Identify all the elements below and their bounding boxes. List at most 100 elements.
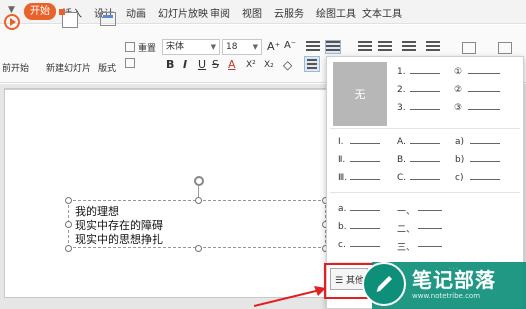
numbering-option-label[interactable]: B. <box>397 155 406 165</box>
underline-button[interactable]: U <box>198 58 206 71</box>
option-line <box>410 179 440 180</box>
numbering-option-label[interactable]: Ⅱ. <box>338 155 345 165</box>
font-family-value: 宋体 <box>166 42 185 52</box>
play-icon[interactable] <box>4 14 20 30</box>
numbering-option-label[interactable]: 2. <box>397 85 406 95</box>
numbering-option-label[interactable]: c) <box>455 173 463 183</box>
font-color-button[interactable]: A <box>228 58 236 71</box>
option-line <box>418 210 442 211</box>
font-size-select[interactable]: 18 ▼ <box>222 39 262 55</box>
numbering-option-label[interactable]: b) <box>455 155 464 165</box>
numbering-option-label[interactable]: a) <box>455 137 464 147</box>
option-line <box>410 161 440 162</box>
resize-handle[interactable] <box>65 197 72 204</box>
numbering-option-label[interactable]: 三、 <box>397 240 415 253</box>
divider <box>330 192 520 193</box>
tab-text-tools[interactable]: 文本工具 <box>362 5 402 20</box>
font-family-select[interactable]: 宋体 ▼ <box>162 39 220 55</box>
arrange-icon[interactable] <box>498 42 512 54</box>
option-line <box>350 228 380 229</box>
numbering-option-label[interactable]: A. <box>397 137 406 147</box>
watermark-title: 笔记部落 <box>412 268 496 292</box>
numbering-option-label[interactable]: ② <box>454 85 462 95</box>
italic-button[interactable]: I <box>183 58 187 71</box>
option-line <box>350 210 380 211</box>
watermark-url: www.notetribe.com <box>412 292 481 300</box>
tab-view[interactable]: 视图 <box>242 5 262 20</box>
option-line <box>350 179 380 180</box>
text-box-icon[interactable] <box>462 42 476 54</box>
numbering-option-label[interactable]: 二、 <box>397 222 415 235</box>
option-line <box>470 179 500 180</box>
resize-handle[interactable] <box>65 221 72 228</box>
option-line <box>418 246 442 247</box>
option-line <box>468 109 500 110</box>
option-line <box>410 109 440 110</box>
numbering-option-label[interactable]: a. <box>338 204 346 214</box>
bullet-list-icon[interactable] <box>306 41 320 53</box>
new-slide-icon[interactable] <box>59 9 78 28</box>
reset-icon[interactable] <box>125 42 135 52</box>
option-line <box>410 73 440 74</box>
decrease-indent-icon[interactable] <box>358 41 372 53</box>
resize-handle[interactable] <box>195 197 202 204</box>
option-line <box>350 161 380 162</box>
new-slide-button[interactable]: 新建幻灯片 <box>46 61 91 74</box>
align-left-icon[interactable] <box>304 56 320 72</box>
increase-indent-icon[interactable] <box>378 41 392 53</box>
chevron-down-icon: ▼ <box>210 43 216 51</box>
numbering-option-label[interactable]: c. <box>338 240 346 250</box>
resize-handle[interactable] <box>65 245 72 252</box>
numbering-option-label[interactable]: 1. <box>397 67 406 77</box>
clear-format-icon[interactable]: ◇ <box>283 58 292 72</box>
tab-cloud[interactable]: 云服务 <box>274 5 304 20</box>
tab-slideshow[interactable]: 幻灯片放映 <box>158 5 208 20</box>
strikethrough-button[interactable]: S <box>212 58 219 71</box>
play-from-label[interactable]: 前开始 <box>2 61 29 74</box>
section-icon[interactable] <box>125 58 135 68</box>
option-line <box>470 161 500 162</box>
rotate-handle[interactable] <box>194 176 204 186</box>
option-line <box>418 228 442 229</box>
option-line <box>468 73 500 74</box>
divider <box>330 128 520 129</box>
layout-button[interactable]: 版式 <box>98 61 116 74</box>
pen-icon <box>362 262 406 306</box>
none-label: 无 <box>354 88 366 101</box>
font-size-value: 18 <box>226 42 238 52</box>
numbering-none-option[interactable]: 无 <box>333 62 387 126</box>
red-arrow-icon <box>253 286 326 307</box>
text-line[interactable]: 现实中的思想挣扎 <box>75 231 163 247</box>
tab-animation[interactable]: 动画 <box>126 5 146 20</box>
line-spacing-icon[interactable] <box>402 41 416 53</box>
numbering-option-label[interactable]: ① <box>454 67 462 77</box>
resize-handle[interactable] <box>195 245 202 252</box>
option-line <box>468 91 500 92</box>
option-line <box>410 143 440 144</box>
tab-review[interactable]: 审阅 <box>210 5 230 20</box>
option-line <box>350 246 380 247</box>
option-line <box>470 143 500 144</box>
numbering-option-label[interactable]: 3. <box>397 103 406 113</box>
option-line <box>350 143 380 144</box>
chevron-down-icon: ▼ <box>252 43 258 51</box>
bold-button[interactable]: B <box>166 58 174 71</box>
superscript-button[interactable]: X² <box>246 60 256 70</box>
subscript-button[interactable]: X₂ <box>264 60 274 70</box>
shrink-font-icon[interactable]: A⁻ <box>284 40 296 51</box>
numbering-option-label[interactable]: ③ <box>454 103 462 113</box>
numbering-option-label[interactable]: Ⅲ. <box>338 173 347 183</box>
grow-font-icon[interactable]: A⁺ <box>267 40 280 53</box>
numbering-option-label[interactable]: C. <box>397 173 406 183</box>
layout-icon[interactable] <box>100 12 116 26</box>
tab-drawing-tools[interactable]: 绘图工具 <box>316 5 356 20</box>
numbering-option-label[interactable]: b. <box>338 222 347 232</box>
paragraph-icon[interactable] <box>426 41 440 53</box>
numbered-list-icon[interactable] <box>325 40 341 54</box>
menu-bar: ▼ 开始 插入 设计 动画 幻灯片放映 审阅 视图 云服务 绘图工具 文本工具 <box>0 0 526 24</box>
option-line <box>410 91 440 92</box>
numbering-option-label[interactable]: Ⅰ. <box>338 137 344 147</box>
tab-home[interactable]: 开始 <box>24 3 56 20</box>
reset-button[interactable]: 重置 <box>138 41 156 54</box>
numbering-option-label[interactable]: 一、 <box>397 204 415 217</box>
